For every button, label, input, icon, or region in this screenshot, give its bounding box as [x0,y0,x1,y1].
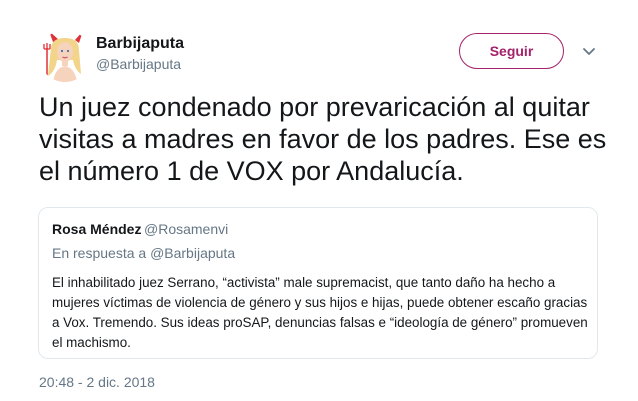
tweet-text: Un juez condenado por prevaricación al q… [39,92,607,186]
quoted-tweet-text: El inhabilitado juez Serrano, “activista… [52,275,588,350]
author-handle[interactable]: @Barbijaputa [96,56,181,72]
follow-button[interactable]: Seguir [459,33,564,69]
reply-to-link[interactable]: @Barbijaputa [150,245,235,261]
quoted-tweet-card[interactable]: Rosa Méndez @Rosamenvi En respuesta a @B… [38,207,598,359]
reply-context: En respuesta a @Barbijaputa [52,245,235,261]
quoted-author-name: Rosa Méndez [52,221,142,237]
tweet-menu-button[interactable] [578,42,600,62]
tweet-timestamp[interactable]: 20:48 - 2 dic. 2018 [39,374,155,390]
reply-prefix: En respuesta a [52,245,147,261]
author-display-name[interactable]: Barbijaputa [96,35,184,53]
chevron-down-icon [583,48,595,55]
avatar[interactable] [39,30,91,82]
quoted-author-handle: @Rosamenvi [144,221,229,237]
